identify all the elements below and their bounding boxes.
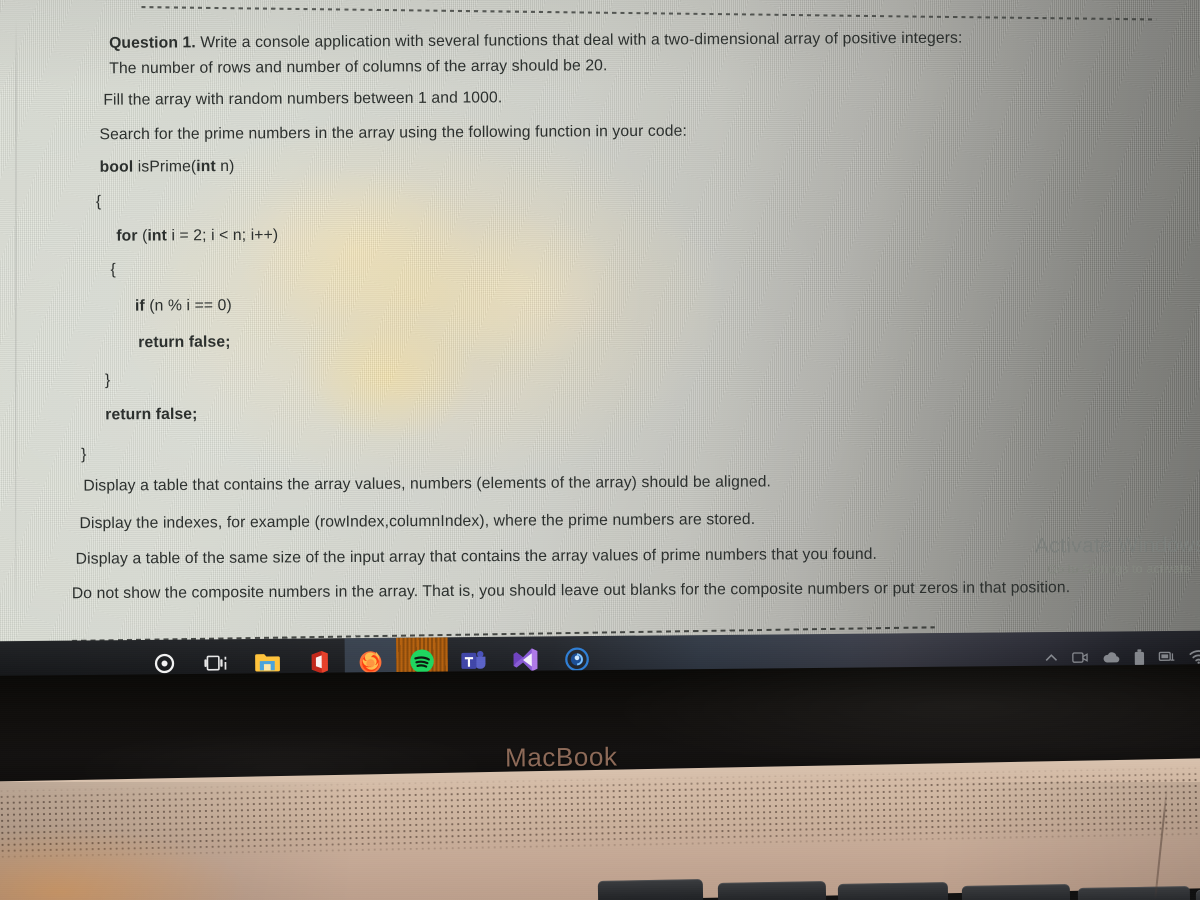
doc-line-disp2: Display the indexes, for example (rowInd… (79, 511, 755, 533)
doc-line-fill: Fill the array with random numbers betwe… (103, 89, 502, 110)
doc-line-q1-part-0: Question 1. (108, 34, 196, 52)
doc-line-ret2-part-0: return false; (105, 405, 198, 424)
doc-line-ret1-part-0: return false; (138, 333, 231, 352)
keyboard-key[interactable] (837, 882, 949, 900)
doc-line-fill-part-0: Fill the array with random numbers betwe… (103, 89, 503, 109)
onedrive-cloud-icon[interactable] (1102, 651, 1121, 665)
doc-line-brace2-part-0: { (110, 260, 116, 279)
doc-line-ret1: return false; (138, 333, 230, 352)
doc-line-sig-part-1: isPrime( (133, 157, 197, 176)
doc-line-sig-part-2: int (196, 157, 216, 176)
watermark-title: Activate Windows (1035, 533, 1200, 558)
doc-line-search: Search for the prime numbers in the arra… (99, 122, 687, 144)
doc-line-brace3-part-0: } (104, 371, 111, 389)
keyboard-key[interactable] (717, 880, 827, 900)
doc-line-q1: Question 1. Write a console application … (109, 29, 963, 52)
doc-line-disp3: Display a table of the same size of the … (76, 546, 877, 569)
doc-line-brace2: { (110, 261, 115, 279)
document-body: Question 1. Write a console application … (0, 0, 1200, 657)
page-left-edge (15, 19, 17, 629)
doc-line-brace4-part-0: } (81, 445, 87, 464)
doc-line-if: if (n % i == 0) (135, 297, 232, 316)
doc-line-for: for (int i = 2; i < n; i++) (116, 226, 278, 245)
keyboard-key[interactable] (1195, 887, 1200, 900)
doc-line-rows: The number of rows and number of columns… (109, 57, 607, 78)
doc-line-brace3: } (105, 372, 110, 390)
doc-line-if-part-1: (n % i == 0) (144, 296, 232, 315)
doc-line-disp1: Display a table that contains the array … (83, 473, 771, 495)
doc-line-disp2-part-0: Display the indexes, for example (rowInd… (79, 510, 756, 533)
doc-line-brace1-part-0: { (95, 193, 102, 211)
doc-line-for-part-2: int (147, 227, 168, 245)
doc-line-brace1: { (96, 193, 101, 211)
doc-line-search-part-0: Search for the prime numbers in the arra… (99, 122, 687, 144)
doc-line-for-part-1: ( (137, 227, 148, 245)
doc-line-rows-part-0: The number of rows and number of columns… (109, 57, 608, 78)
keyboard-key[interactable] (961, 884, 1071, 900)
battery-icon[interactable] (1134, 648, 1145, 666)
doc-line-disp4: Do not show the composite numbers in the… (72, 579, 1071, 603)
show-hidden-icons-chevron-icon[interactable] (1044, 652, 1059, 664)
doc-line-disp3-part-0: Display a table of the same size of the … (75, 545, 878, 568)
doc-line-ret2: return false; (105, 406, 197, 425)
doc-line-sig: bool isPrime(int n) (100, 158, 235, 177)
keyboard-key[interactable] (1077, 885, 1191, 900)
doc-line-brace4: } (81, 446, 86, 464)
laptop-photo: Question 1. Write a console application … (0, 0, 1200, 900)
network-icon[interactable] (1158, 650, 1176, 665)
keyboard-key[interactable] (597, 879, 704, 900)
doc-line-if-part-0: if (134, 297, 145, 315)
divider-dashed-top (141, 6, 1157, 21)
doc-line-sig-part-3: n) (215, 157, 235, 176)
wifi-icon[interactable] (1189, 649, 1200, 664)
doc-line-for-part-0: for (116, 227, 138, 245)
laptop-screen: Question 1. Write a console application … (0, 0, 1200, 657)
doc-line-sig-part-0: bool (99, 158, 134, 176)
webcam-icon[interactable] (1072, 650, 1089, 665)
doc-line-disp1-part-0: Display a table that contains the array … (83, 473, 772, 495)
macbook-brand-label: MacBook (504, 741, 618, 773)
doc-line-for-part-3: i = 2; i < n; i++) (166, 226, 279, 245)
watermark-subtitle: Go to Settings to activate (1047, 561, 1192, 577)
doc-line-disp4-part-0: Do not show the composite numbers in the… (71, 578, 1071, 603)
keyboard-keys[interactable] (0, 872, 1200, 900)
doc-line-q1-part-1: Write a console application with several… (195, 29, 963, 52)
activate-windows-watermark: Activate Windows Go to Settings to activ… (1035, 533, 1200, 576)
